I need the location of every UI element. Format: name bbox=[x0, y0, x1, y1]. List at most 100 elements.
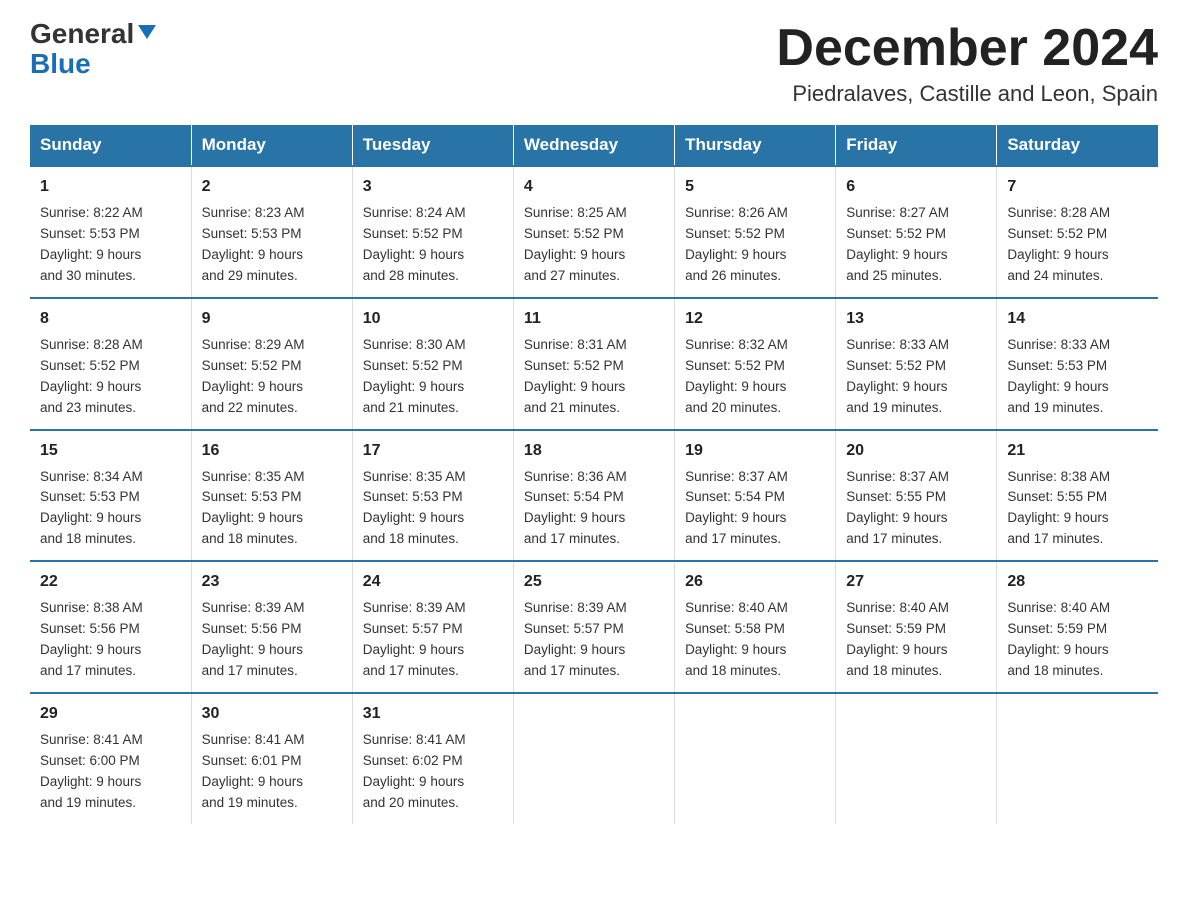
day-number: 21 bbox=[1007, 439, 1148, 463]
calendar-cell: 25Sunrise: 8:39 AMSunset: 5:57 PMDayligh… bbox=[513, 561, 674, 693]
calendar-cell: 4 Sunrise: 8:25 AMSunset: 5:52 PMDaylight… bbox=[513, 166, 674, 298]
day-number: 10 bbox=[363, 307, 503, 331]
calendar-cell: 2 Sunrise: 8:23 AMSunset: 5:53 PMDaylight… bbox=[191, 166, 352, 298]
col-header-wednesday: Wednesday bbox=[513, 125, 674, 166]
day-number: 22 bbox=[40, 570, 181, 594]
calendar-cell: 15 Sunrise: 8:34 AMSunset: 5:53 PMDayligh… bbox=[30, 430, 191, 562]
calendar-week-row: 8 Sunrise: 8:28 AMSunset: 5:52 PMDaylight… bbox=[30, 298, 1158, 430]
day-info: Sunrise: 8:25 AMSunset: 5:52 PMDaylight:… bbox=[524, 203, 664, 287]
logo: General Blue bbox=[30, 20, 158, 78]
day-number: 28 bbox=[1007, 570, 1148, 594]
calendar-cell: 23 Sunrise: 8:39 AMSunset: 5:56 PMDayligh… bbox=[191, 561, 352, 693]
calendar-cell: 28 Sunrise: 8:40 AMSunset: 5:59 PMDayligh… bbox=[997, 561, 1158, 693]
day-number: 20 bbox=[846, 439, 986, 463]
calendar-cell: 1Sunrise: 8:22 AMSunset: 5:53 PMDaylight… bbox=[30, 166, 191, 298]
day-number: 5 bbox=[685, 175, 825, 199]
calendar-cell: 22 Sunrise: 8:38 AMSunset: 5:56 PMDayligh… bbox=[30, 561, 191, 693]
day-info: Sunrise: 8:33 AMSunset: 5:52 PMDaylight:… bbox=[846, 335, 986, 419]
day-number: 15 bbox=[40, 439, 181, 463]
day-number: 19 bbox=[685, 439, 825, 463]
title-block: December 2024 Piedralaves, Castille and … bbox=[776, 20, 1158, 107]
day-info: Sunrise: 8:27 AMSunset: 5:52 PMDaylight:… bbox=[846, 203, 986, 287]
calendar-cell: 19 Sunrise: 8:37 AMSunset: 5:54 PMDayligh… bbox=[675, 430, 836, 562]
calendar-cell: 13 Sunrise: 8:33 AMSunset: 5:52 PMDayligh… bbox=[836, 298, 997, 430]
day-number: 29 bbox=[40, 702, 181, 726]
calendar-cell: 30Sunrise: 8:41 AMSunset: 6:01 PMDayligh… bbox=[191, 693, 352, 824]
day-info: Sunrise: 8:41 AMSunset: 6:01 PMDaylight:… bbox=[202, 730, 342, 814]
calendar-cell bbox=[675, 693, 836, 824]
col-header-monday: Monday bbox=[191, 125, 352, 166]
calendar-cell: 8 Sunrise: 8:28 AMSunset: 5:52 PMDaylight… bbox=[30, 298, 191, 430]
day-number: 23 bbox=[202, 570, 342, 594]
day-number: 16 bbox=[202, 439, 342, 463]
day-number: 31 bbox=[363, 702, 503, 726]
day-info: Sunrise: 8:31 AMSunset: 5:52 PMDaylight:… bbox=[524, 335, 664, 419]
calendar-cell bbox=[513, 693, 674, 824]
day-info: Sunrise: 8:35 AMSunset: 5:53 PMDaylight:… bbox=[363, 467, 503, 551]
day-number: 9 bbox=[202, 307, 342, 331]
day-info: Sunrise: 8:40 AMSunset: 5:59 PMDaylight:… bbox=[1007, 598, 1148, 682]
day-number: 11 bbox=[524, 307, 664, 331]
calendar-cell: 14 Sunrise: 8:33 AMSunset: 5:53 PMDayligh… bbox=[997, 298, 1158, 430]
day-info: Sunrise: 8:35 AMSunset: 5:53 PMDaylight:… bbox=[202, 467, 342, 551]
day-number: 27 bbox=[846, 570, 986, 594]
day-info: Sunrise: 8:28 AMSunset: 5:52 PMDaylight:… bbox=[40, 335, 181, 419]
calendar-cell: 6 Sunrise: 8:27 AMSunset: 5:52 PMDaylight… bbox=[836, 166, 997, 298]
calendar-cell: 12 Sunrise: 8:32 AMSunset: 5:52 PMDayligh… bbox=[675, 298, 836, 430]
day-number: 7 bbox=[1007, 175, 1148, 199]
day-number: 13 bbox=[846, 307, 986, 331]
page-subtitle: Piedralaves, Castille and Leon, Spain bbox=[776, 81, 1158, 107]
col-header-sunday: Sunday bbox=[30, 125, 191, 166]
day-info: Sunrise: 8:38 AMSunset: 5:56 PMDaylight:… bbox=[40, 598, 181, 682]
day-number: 6 bbox=[846, 175, 986, 199]
day-info: Sunrise: 8:24 AMSunset: 5:52 PMDaylight:… bbox=[363, 203, 503, 287]
calendar-week-row: 1Sunrise: 8:22 AMSunset: 5:53 PMDaylight… bbox=[30, 166, 1158, 298]
day-number: 24 bbox=[363, 570, 503, 594]
calendar-cell: 29 Sunrise: 8:41 AMSunset: 6:00 PMDayligh… bbox=[30, 693, 191, 824]
day-info: Sunrise: 8:34 AMSunset: 5:53 PMDaylight:… bbox=[40, 467, 181, 551]
day-number: 2 bbox=[202, 175, 342, 199]
calendar-week-row: 22 Sunrise: 8:38 AMSunset: 5:56 PMDayligh… bbox=[30, 561, 1158, 693]
day-number: 4 bbox=[524, 175, 664, 199]
day-info: Sunrise: 8:37 AMSunset: 5:54 PMDaylight:… bbox=[685, 467, 825, 551]
day-info: Sunrise: 8:39 AMSunset: 5:57 PMDaylight:… bbox=[363, 598, 503, 682]
day-number: 8 bbox=[40, 307, 181, 331]
day-info: Sunrise: 8:23 AMSunset: 5:53 PMDaylight:… bbox=[202, 203, 342, 287]
calendar-cell: 18 Sunrise: 8:36 AMSunset: 5:54 PMDayligh… bbox=[513, 430, 674, 562]
logo-arrow-icon bbox=[136, 21, 158, 43]
day-info: Sunrise: 8:32 AMSunset: 5:52 PMDaylight:… bbox=[685, 335, 825, 419]
calendar-cell: 20Sunrise: 8:37 AMSunset: 5:55 PMDayligh… bbox=[836, 430, 997, 562]
calendar-cell: 7Sunrise: 8:28 AMSunset: 5:52 PMDaylight… bbox=[997, 166, 1158, 298]
col-header-saturday: Saturday bbox=[997, 125, 1158, 166]
calendar-week-row: 29 Sunrise: 8:41 AMSunset: 6:00 PMDayligh… bbox=[30, 693, 1158, 824]
day-number: 18 bbox=[524, 439, 664, 463]
calendar-cell: 11 Sunrise: 8:31 AMSunset: 5:52 PMDayligh… bbox=[513, 298, 674, 430]
day-info: Sunrise: 8:36 AMSunset: 5:54 PMDaylight:… bbox=[524, 467, 664, 551]
day-number: 26 bbox=[685, 570, 825, 594]
logo-text-general: General bbox=[30, 20, 134, 48]
day-number: 12 bbox=[685, 307, 825, 331]
day-info: Sunrise: 8:22 AMSunset: 5:53 PMDaylight:… bbox=[40, 203, 181, 287]
day-number: 17 bbox=[363, 439, 503, 463]
calendar-header-row: SundayMondayTuesdayWednesdayThursdayFrid… bbox=[30, 125, 1158, 166]
calendar-cell: 21 Sunrise: 8:38 AMSunset: 5:55 PMDayligh… bbox=[997, 430, 1158, 562]
calendar-cell: 10Sunrise: 8:30 AMSunset: 5:52 PMDayligh… bbox=[352, 298, 513, 430]
day-info: Sunrise: 8:39 AMSunset: 5:56 PMDaylight:… bbox=[202, 598, 342, 682]
col-header-tuesday: Tuesday bbox=[352, 125, 513, 166]
calendar-cell: 26 Sunrise: 8:40 AMSunset: 5:58 PMDayligh… bbox=[675, 561, 836, 693]
page-header: General Blue December 2024 Piedralaves, … bbox=[30, 20, 1158, 107]
calendar-table: SundayMondayTuesdayWednesdayThursdayFrid… bbox=[30, 125, 1158, 823]
day-info: Sunrise: 8:40 AMSunset: 5:59 PMDaylight:… bbox=[846, 598, 986, 682]
calendar-cell: 27 Sunrise: 8:40 AMSunset: 5:59 PMDayligh… bbox=[836, 561, 997, 693]
day-info: Sunrise: 8:41 AMSunset: 6:02 PMDaylight:… bbox=[363, 730, 503, 814]
day-number: 14 bbox=[1007, 307, 1148, 331]
calendar-cell: 24 Sunrise: 8:39 AMSunset: 5:57 PMDayligh… bbox=[352, 561, 513, 693]
calendar-cell: 31 Sunrise: 8:41 AMSunset: 6:02 PMDayligh… bbox=[352, 693, 513, 824]
day-number: 3 bbox=[363, 175, 503, 199]
col-header-friday: Friday bbox=[836, 125, 997, 166]
day-info: Sunrise: 8:33 AMSunset: 5:53 PMDaylight:… bbox=[1007, 335, 1148, 419]
day-info: Sunrise: 8:40 AMSunset: 5:58 PMDaylight:… bbox=[685, 598, 825, 682]
day-info: Sunrise: 8:41 AMSunset: 6:00 PMDaylight:… bbox=[40, 730, 181, 814]
day-info: Sunrise: 8:38 AMSunset: 5:55 PMDaylight:… bbox=[1007, 467, 1148, 551]
calendar-cell: 5Sunrise: 8:26 AMSunset: 5:52 PMDaylight… bbox=[675, 166, 836, 298]
